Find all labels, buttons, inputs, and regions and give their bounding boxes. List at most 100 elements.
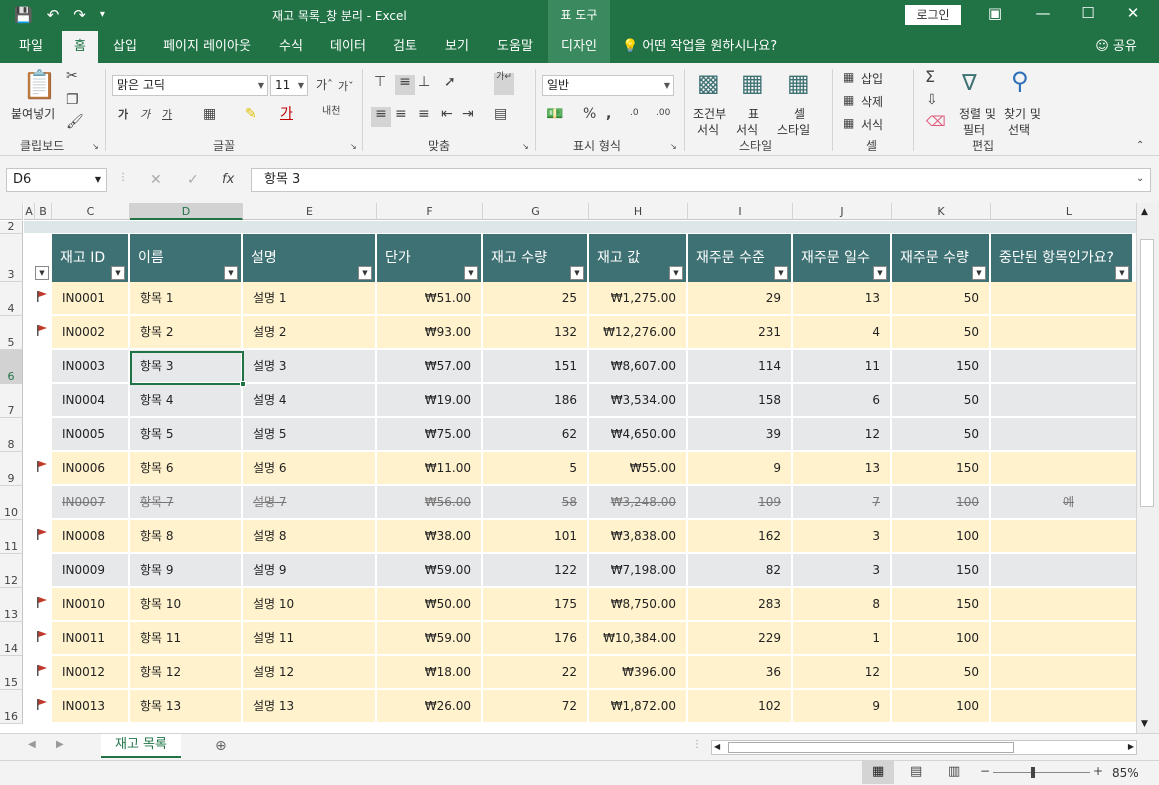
- table-cell-value[interactable]: ₩7,198.00: [589, 554, 686, 586]
- table-cell-id[interactable]: IN0001: [52, 282, 128, 314]
- table-row[interactable]: IN0013 항목 13 설명 13 ₩26.00 72 ₩1,872.00 102 9 100: [52, 690, 1136, 724]
- table-cell-price[interactable]: ₩51.00: [377, 282, 481, 314]
- minimize-icon[interactable]: —: [1033, 4, 1053, 22]
- share-button[interactable]: ☺ 공유: [1086, 31, 1146, 63]
- normal-view-button[interactable]: ▦: [862, 761, 894, 784]
- column-header-i[interactable]: I: [688, 203, 793, 220]
- align-left-icon[interactable]: ≡: [371, 107, 391, 127]
- row-header[interactable]: 4: [0, 282, 23, 316]
- table-header-cell[interactable]: 설명 ▼: [243, 234, 377, 282]
- table-cell-days[interactable]: 9: [793, 690, 890, 722]
- table-cell-value[interactable]: ₩8,750.00: [589, 588, 686, 620]
- table-cell-level[interactable]: 283: [688, 588, 791, 620]
- table-cell-id[interactable]: IN0008: [52, 520, 128, 552]
- filter-dropdown-icon[interactable]: ▼: [111, 266, 125, 280]
- cut-icon[interactable]: ✂: [66, 69, 78, 83]
- table-cell-qty[interactable]: 58: [483, 486, 587, 518]
- filter-dropdown-icon[interactable]: ▼: [35, 266, 49, 280]
- row-header[interactable]: 9: [0, 452, 23, 486]
- italic-icon[interactable]: 가: [140, 109, 150, 120]
- number-launcher-icon[interactable]: ↘: [670, 143, 677, 151]
- row-header[interactable]: 6: [0, 350, 23, 384]
- decrease-indent-icon[interactable]: ⇤: [441, 107, 453, 121]
- table-row[interactable]: IN0012 항목 12 설명 12 ₩18.00 22 ₩396.00 36 12 50: [52, 656, 1136, 690]
- table-cell-days[interactable]: 4: [793, 316, 890, 348]
- table-cell-price[interactable]: ₩57.00: [377, 350, 481, 382]
- row-header[interactable]: 12: [0, 554, 23, 588]
- table-cell-id[interactable]: IN0010: [52, 588, 128, 620]
- table-cell-qty[interactable]: 101: [483, 520, 587, 552]
- table-row[interactable]: IN0002 항목 2 설명 2 ₩93.00 132 ₩12,276.00 231 4 50: [52, 316, 1136, 350]
- find-select-label[interactable]: 찾기 및: [1004, 105, 1041, 122]
- clear-icon[interactable]: ⌫: [926, 115, 946, 129]
- tab-file[interactable]: 파일: [8, 31, 54, 63]
- column-header-e[interactable]: E: [243, 203, 377, 220]
- table-cell-value[interactable]: ₩3,248.00: [589, 486, 686, 518]
- table-cell-level[interactable]: 29: [688, 282, 791, 314]
- table-cell-reorder[interactable]: 50: [892, 656, 989, 688]
- format-cells-icon[interactable]: ▦: [843, 117, 854, 129]
- table-cell-level[interactable]: 36: [688, 656, 791, 688]
- hscroll-thumb[interactable]: [728, 742, 1014, 753]
- insert-cells-icon[interactable]: ▦: [843, 71, 854, 83]
- cell-styles-icon[interactable]: ▦: [787, 71, 810, 95]
- row-header[interactable]: 8: [0, 418, 23, 452]
- row-header[interactable]: 10: [0, 486, 23, 520]
- table-cell-desc[interactable]: 설명 3: [243, 350, 375, 382]
- table-cell-name[interactable]: 항목 13: [130, 690, 241, 722]
- alignment-launcher-icon[interactable]: ↘: [522, 143, 529, 151]
- name-box[interactable]: D6 ▼: [6, 168, 107, 192]
- table-cell-qty[interactable]: 175: [483, 588, 587, 620]
- find-select-label2[interactable]: 선택: [1008, 121, 1030, 138]
- table-cell-disc[interactable]: [991, 452, 1136, 484]
- row-header[interactable]: 13: [0, 588, 23, 622]
- table-cell-value[interactable]: ₩8,607.00: [589, 350, 686, 382]
- table-cell-id[interactable]: IN0003: [52, 350, 128, 382]
- table-cell-days[interactable]: 1: [793, 622, 890, 654]
- table-cell-days[interactable]: 3: [793, 554, 890, 586]
- conditional-format-icon[interactable]: ▩: [697, 71, 720, 95]
- table-header-cell[interactable]: 재주문 수준 ▼: [688, 234, 793, 282]
- table-cell-qty[interactable]: 176: [483, 622, 587, 654]
- filter-dropdown-icon[interactable]: ▼: [774, 266, 788, 280]
- column-header-g[interactable]: G: [483, 203, 589, 220]
- column-header-d[interactable]: D: [130, 203, 243, 220]
- filter-dropdown-icon[interactable]: ▼: [669, 266, 683, 280]
- table-cell-reorder[interactable]: 150: [892, 588, 989, 620]
- zoom-slider[interactable]: [993, 767, 1090, 778]
- table-cell-disc[interactable]: 예: [991, 486, 1136, 518]
- table-row[interactable]: IN0007 항목 7 설명 7 ₩56.00 58 ₩3,248.00 109 7 100 예: [52, 486, 1136, 520]
- column-header-b[interactable]: B: [35, 203, 52, 220]
- table-cell-id[interactable]: IN0002: [52, 316, 128, 348]
- font-size-combo[interactable]: 11 ▼: [270, 75, 308, 96]
- table-cell-desc[interactable]: 설명 12: [243, 656, 375, 688]
- table-row[interactable]: IN0011 항목 11 설명 11 ₩59.00 176 ₩10,384.00 229 1 1…: [52, 622, 1136, 656]
- add-sheet-icon[interactable]: ⊕: [215, 739, 227, 753]
- table-cell-name[interactable]: 항목 9: [130, 554, 241, 586]
- table-cell-value[interactable]: ₩4,650.00: [589, 418, 686, 450]
- increase-indent-icon[interactable]: ⇥: [462, 107, 474, 121]
- vertical-scrollbar[interactable]: ▲ ▼: [1136, 203, 1159, 733]
- clipboard-launcher-icon[interactable]: ↘: [92, 143, 99, 151]
- align-top-icon[interactable]: ⊤: [374, 75, 386, 89]
- table-cell-name[interactable]: 항목 1: [130, 282, 241, 314]
- table-cell-reorder[interactable]: 150: [892, 452, 989, 484]
- table-cell-value[interactable]: ₩55.00: [589, 452, 686, 484]
- table-cell-reorder[interactable]: 50: [892, 282, 989, 314]
- table-row[interactable]: IN0004 항목 4 설명 4 ₩19.00 186 ₩3,534.00 158 6 50: [52, 384, 1136, 418]
- scroll-thumb[interactable]: [1140, 239, 1154, 507]
- expand-formula-icon[interactable]: ⌄: [1136, 174, 1144, 184]
- table-header-cell[interactable]: 재주문 일수 ▼: [793, 234, 892, 282]
- table-cell-reorder[interactable]: 150: [892, 350, 989, 382]
- table-header-cell[interactable]: 재고 수량 ▼: [483, 234, 589, 282]
- table-cell-desc[interactable]: 설명 10: [243, 588, 375, 620]
- page-break-view-icon[interactable]: ▥: [948, 765, 960, 778]
- tab-home[interactable]: 홈: [62, 31, 98, 63]
- table-cell-qty[interactable]: 72: [483, 690, 587, 722]
- table-cell-level[interactable]: 9: [688, 452, 791, 484]
- row-header[interactable]: 2: [0, 221, 23, 234]
- table-cell-price[interactable]: ₩75.00: [377, 418, 481, 450]
- table-cell-id[interactable]: IN0013: [52, 690, 128, 722]
- table-cell-desc[interactable]: 설명 13: [243, 690, 375, 722]
- table-cell-id[interactable]: IN0011: [52, 622, 128, 654]
